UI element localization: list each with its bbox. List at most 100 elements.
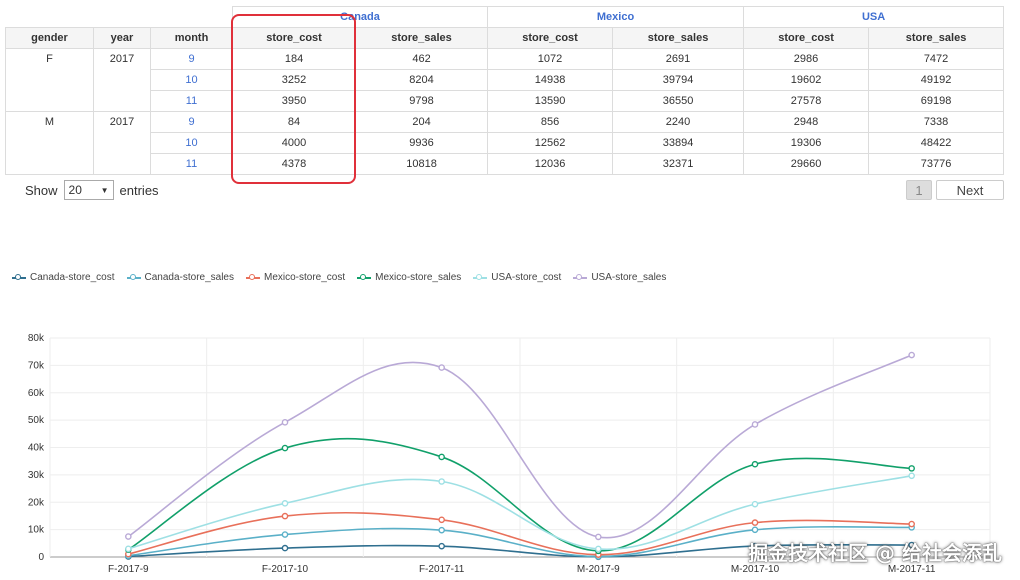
col-header-usa-store-cost[interactable]: store_cost bbox=[743, 27, 870, 49]
cell-value: 27578 bbox=[743, 90, 870, 112]
cell-value: 856 bbox=[487, 111, 614, 133]
col-header-canada-store-sales[interactable]: store_sales bbox=[355, 27, 489, 49]
cell-value: 19602 bbox=[743, 69, 870, 91]
col-header-year[interactable]: year bbox=[93, 27, 151, 49]
legend-dot-icon bbox=[476, 273, 483, 280]
legend-dot-icon bbox=[360, 273, 367, 280]
col-header-usa-store-sales[interactable]: store_sales bbox=[868, 27, 1005, 49]
cell-value: 204 bbox=[355, 111, 489, 133]
x-tick-label: F-2017-11 bbox=[419, 564, 465, 575]
page-size-select[interactable]: 20 ▼ bbox=[63, 180, 114, 200]
cell-value: 8204 bbox=[355, 69, 489, 91]
legend-item[interactable]: USA-store_cost bbox=[473, 272, 561, 283]
legend-label: USA-store_sales bbox=[591, 272, 667, 283]
col-header-mexico-store-sales[interactable]: store_sales bbox=[612, 27, 745, 49]
cell-month[interactable]: 11 bbox=[149, 153, 234, 175]
col-header-month[interactable]: month bbox=[149, 27, 234, 49]
table-row: F 2017 9 184 462 1072 2691 2986 7472 bbox=[5, 48, 1005, 112]
cell-value: 3950 bbox=[232, 90, 357, 112]
y-tick-label: 50k bbox=[28, 415, 45, 426]
x-tick-label: F-2017-10 bbox=[262, 564, 309, 575]
x-tick-label: F-2017-9 bbox=[108, 564, 149, 575]
cell-month[interactable]: 10 bbox=[149, 69, 234, 91]
cell-year: 2017 bbox=[93, 111, 151, 175]
data-point bbox=[438, 542, 445, 550]
data-point bbox=[595, 545, 602, 553]
cell-value: 12562 bbox=[487, 132, 614, 154]
col-header-canada-store-cost[interactable]: store_cost bbox=[232, 27, 357, 49]
legend-marker-icon bbox=[357, 273, 372, 280]
y-tick-label: 20k bbox=[28, 497, 45, 508]
table-row: 11 4378 10818 12036 32371 29660 73776 bbox=[6, 153, 1005, 175]
legend-item[interactable]: Canada-store_cost bbox=[12, 272, 115, 283]
cell-value: 7472 bbox=[868, 48, 1005, 70]
chart-legend: Canada-store_cost Canada-store_sales Mexic… bbox=[12, 272, 666, 283]
legend-dot-icon bbox=[249, 273, 255, 280]
legend-marker-icon bbox=[573, 273, 588, 280]
data-point bbox=[595, 533, 602, 541]
cell-year: 2017 bbox=[93, 48, 151, 112]
cell-month[interactable]: 9 bbox=[149, 111, 234, 133]
data-point bbox=[281, 419, 289, 426]
legend-item[interactable]: Mexico-store_sales bbox=[357, 272, 461, 283]
data-point bbox=[908, 520, 915, 528]
cell-month[interactable]: 9 bbox=[149, 48, 234, 70]
data-point bbox=[281, 512, 289, 520]
legend-label: Mexico-store_cost bbox=[264, 272, 346, 283]
country-header-usa[interactable]: USA bbox=[743, 6, 1005, 28]
cell-value: 2240 bbox=[612, 111, 745, 133]
data-point bbox=[125, 545, 132, 553]
legend-label: Canada-store_sales bbox=[144, 272, 235, 283]
y-tick-label: 10k bbox=[28, 525, 45, 536]
legend-marker-icon bbox=[473, 273, 488, 280]
table-row: M 2017 9 84 204 856 2240 2948 7338 bbox=[5, 111, 1005, 175]
cell-value: 7338 bbox=[868, 111, 1005, 133]
data-point bbox=[438, 516, 445, 524]
cell-value: 10818 bbox=[355, 153, 489, 175]
y-tick-label: 60k bbox=[28, 388, 45, 399]
cell-value: 36550 bbox=[612, 90, 745, 112]
legend-item[interactable]: Mexico-store_cost bbox=[246, 272, 345, 283]
data-point bbox=[281, 531, 289, 538]
cell-value: 39794 bbox=[612, 69, 745, 91]
country-header-canada[interactable]: Canada bbox=[232, 6, 489, 28]
data-point bbox=[908, 472, 915, 480]
y-tick-label: 70k bbox=[28, 360, 45, 371]
legend-marker-icon bbox=[126, 273, 141, 280]
cell-month[interactable]: 10 bbox=[149, 132, 234, 154]
cell-value: 184 bbox=[232, 48, 357, 70]
cell-gender: M bbox=[5, 111, 94, 175]
cell-value: 69198 bbox=[868, 90, 1005, 112]
data-point bbox=[438, 526, 445, 534]
page-button-current[interactable]: 1 bbox=[906, 180, 932, 200]
cell-value: 2948 bbox=[743, 111, 870, 133]
page-size-control: Show 20 ▼ entries bbox=[25, 180, 159, 200]
cell-value: 14938 bbox=[487, 69, 614, 91]
cell-value: 9936 bbox=[355, 132, 489, 154]
col-header-gender[interactable]: gender bbox=[5, 27, 94, 49]
caret-down-icon: ▼ bbox=[100, 185, 109, 195]
table-row: 10 3252 8204 14938 39794 19602 49192 bbox=[6, 69, 1005, 91]
cell-value: 4000 bbox=[232, 132, 357, 154]
cell-value: 3252 bbox=[232, 69, 357, 91]
next-page-button[interactable]: Next bbox=[936, 180, 1004, 200]
data-point bbox=[908, 351, 915, 359]
data-point bbox=[751, 421, 759, 428]
y-tick-label: 0 bbox=[38, 552, 44, 563]
country-header-mexico[interactable]: Mexico bbox=[487, 6, 745, 28]
data-point bbox=[281, 544, 289, 552]
cell-month[interactable]: 11 bbox=[149, 90, 234, 112]
legend-dot-icon bbox=[129, 273, 136, 280]
cell-value: 2986 bbox=[743, 48, 870, 70]
data-point bbox=[438, 478, 445, 485]
legend-item[interactable]: USA-store_sales bbox=[573, 272, 666, 283]
legend-label: Canada-store_cost bbox=[30, 272, 115, 283]
show-label: Show bbox=[25, 182, 58, 198]
y-tick-label: 80k bbox=[28, 333, 45, 344]
legend-item[interactable]: Canada-store_sales bbox=[126, 272, 235, 283]
col-header-mexico-store-cost[interactable]: store_cost bbox=[487, 27, 614, 49]
data-point bbox=[751, 460, 759, 468]
legend-label: USA-store_cost bbox=[491, 272, 562, 283]
data-point bbox=[908, 465, 915, 472]
watermark: 掘金技术社区 @ 给社会添乱 bbox=[748, 541, 1002, 565]
